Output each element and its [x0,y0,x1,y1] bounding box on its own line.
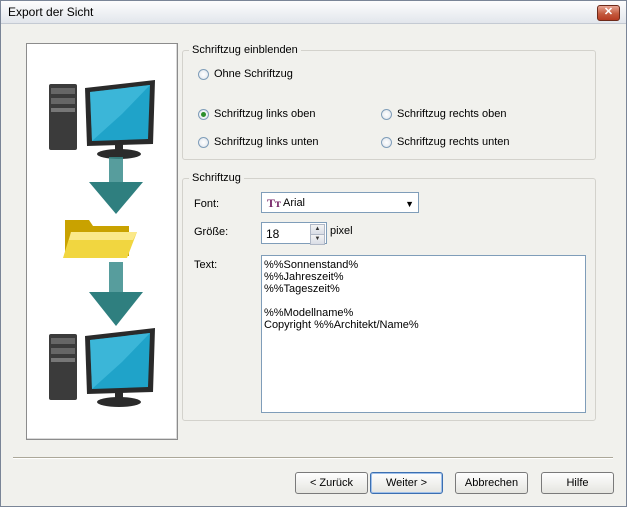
radio-button[interactable] [198,68,209,80]
truetype-font-icon: Tт [267,196,281,210]
export-dialog: Export der Sicht ✕ Schriftzug einblenden… [0,0,627,507]
radio-label: Schriftzug rechts oben [397,108,507,120]
font-select[interactable]: Tт Arial ▼ [261,192,419,213]
close-button[interactable]: ✕ [597,5,620,21]
radio-bottom-left[interactable]: Schriftzug links unten [198,135,319,149]
close-icon: ✕ [603,6,614,18]
text-label: Text: [194,259,218,271]
size-stepper[interactable]: 18 ▲ ▼ [261,222,327,245]
radio-label: Schriftzug links unten [214,136,319,148]
radio-button[interactable] [381,136,392,148]
radio-button[interactable] [198,136,209,148]
radio-label: Ohne Schriftzug [214,68,293,80]
radio-bottom-right[interactable]: Schriftzug rechts unten [381,135,510,149]
arrow-down-icon [89,157,143,214]
size-value: 18 [266,227,280,241]
help-button[interactable]: Hilfe [541,472,614,494]
size-unit-label: pixel [330,225,353,237]
size-label: Größe: [194,226,229,238]
font-label: Font: [194,198,220,210]
back-button[interactable]: < Zurück [295,472,368,494]
display-text-legend: Schriftzug einblenden [189,44,301,56]
text-settings-legend: Schriftzug [189,172,244,184]
next-button[interactable]: Weiter > [370,472,443,494]
radio-label: Schriftzug rechts unten [397,136,510,148]
illustration-graphic [49,80,155,407]
overlay-text-area[interactable]: %%Sonnenstand% %%Jahreszeit% %%Tageszeit… [261,255,586,413]
button-separator [13,457,613,459]
font-select-value: Arial [283,197,306,209]
computer-monitor-icon [49,328,155,407]
radio-label: Schriftzug links oben [214,108,316,120]
window-title: Export der Sicht [8,5,94,19]
arrow-down-icon [89,262,143,326]
radio-button-selected[interactable] [198,108,209,120]
cancel-button[interactable]: Abbrechen [455,472,528,494]
computer-monitor-icon [49,80,155,159]
radio-top-right[interactable]: Schriftzug rechts oben [381,107,506,121]
spin-down-icon[interactable]: ▼ [310,234,325,245]
chevron-down-icon[interactable]: ▼ [405,199,414,209]
radio-no-text[interactable]: Ohne Schriftzug [198,67,293,81]
wizard-illustration [26,43,178,440]
title-bar: Export der Sicht ✕ [1,1,626,24]
folder-icon [63,220,137,258]
radio-button[interactable] [381,108,392,120]
radio-top-left[interactable]: Schriftzug links oben [198,107,316,121]
